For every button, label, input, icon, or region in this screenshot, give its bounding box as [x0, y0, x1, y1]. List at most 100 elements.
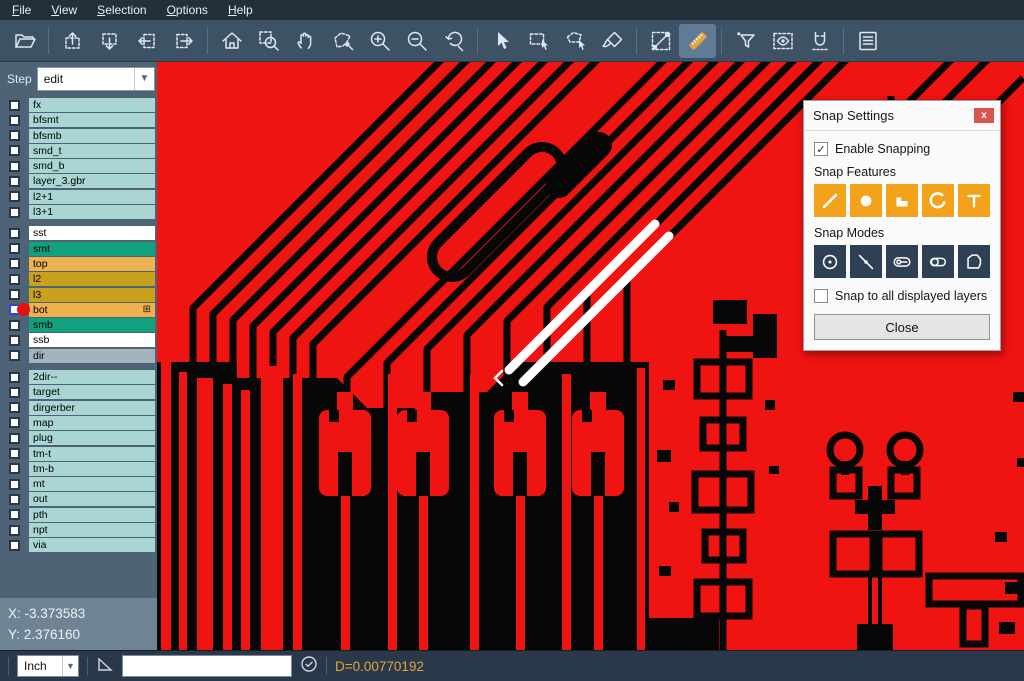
layer-name-band[interactable]: dirgerber [29, 401, 155, 415]
layer-name-band[interactable]: map [29, 416, 155, 430]
select-rectangle-button[interactable] [520, 24, 557, 58]
pan-up-button[interactable] [54, 24, 91, 58]
layer-visibility-checkbox[interactable] [9, 494, 20, 505]
layer-name-band[interactable]: via [29, 538, 155, 552]
layer-name-band[interactable]: bot⊞ [29, 303, 155, 317]
snap-mode-contour-button[interactable] [958, 245, 990, 278]
layer-name-band[interactable]: l2 [29, 272, 155, 286]
layer-visibility-checkbox[interactable] [9, 463, 20, 474]
snap-mode-midpoint-button[interactable] [850, 245, 882, 278]
layer-name-band[interactable]: smt [29, 242, 155, 256]
layer-visibility-checkbox[interactable] [9, 335, 20, 346]
layer-visibility-checkbox[interactable] [9, 161, 20, 172]
layer-name-band[interactable]: l3 [29, 288, 155, 302]
layer-visibility-checkbox[interactable] [9, 289, 20, 300]
layer-name-band[interactable]: fx [29, 98, 155, 112]
layer-name-band[interactable]: out [29, 492, 155, 506]
filter-button[interactable] [727, 24, 764, 58]
measure-line-button[interactable] [642, 24, 679, 58]
step-select[interactable]: edit ▼ [37, 67, 155, 91]
snap-mode-center-button[interactable] [814, 245, 846, 278]
pan-left-button[interactable] [128, 24, 165, 58]
layer-visibility-checkbox[interactable] [9, 243, 20, 254]
layer-name-band[interactable]: top [29, 257, 155, 271]
pan-right-button[interactable] [165, 24, 202, 58]
pcb-canvas[interactable]: Snap Settings x ✓ Enable Snapping Snap F… [157, 62, 1024, 650]
layer-visibility-checkbox[interactable] [9, 100, 20, 111]
notes-button[interactable] [849, 24, 886, 58]
menu-item-view[interactable]: View [41, 1, 87, 19]
layer-visibility-checkbox[interactable] [9, 176, 20, 187]
select-button[interactable] [483, 24, 520, 58]
layer-name-band[interactable]: 2dir-- [29, 370, 155, 384]
enable-snapping-checkbox[interactable]: ✓ [814, 142, 828, 156]
apply-icon[interactable] [300, 655, 318, 678]
layer-visibility-checkbox[interactable] [9, 258, 20, 269]
layer-name-band[interactable]: pth [29, 508, 155, 522]
layer-name-band[interactable]: mt [29, 477, 155, 491]
pan-down-button[interactable] [91, 24, 128, 58]
layer-visibility-checkbox[interactable] [9, 417, 20, 428]
layer-visibility-checkbox[interactable] [9, 433, 20, 444]
layer-name-band[interactable]: layer_3.gbr [29, 174, 155, 188]
layer-visibility-checkbox[interactable] [9, 191, 20, 202]
layer-visibility-checkbox[interactable] [9, 350, 20, 361]
snap-feature-text-button[interactable] [958, 184, 990, 217]
open-button[interactable] [6, 24, 43, 58]
zoom-window-button[interactable] [250, 24, 287, 58]
layer-name-band[interactable]: l3+1 [29, 205, 155, 219]
layer-name-band[interactable]: smd_b [29, 159, 155, 173]
snap-feature-surface-button[interactable] [886, 184, 918, 217]
snap-mode-outline-button[interactable] [922, 245, 954, 278]
layer-visibility-checkbox[interactable] [9, 115, 20, 126]
layer-name-band[interactable]: bfsmt [29, 113, 155, 127]
menu-item-file[interactable]: File [2, 1, 41, 19]
layer-visibility-checkbox[interactable] [9, 448, 20, 459]
layer-name-band[interactable]: tm-b [29, 462, 155, 476]
layer-visibility-checkbox[interactable] [9, 402, 20, 413]
layer-name-band[interactable]: l2+1 [29, 190, 155, 204]
snap-mode-slot-button[interactable] [886, 245, 918, 278]
snap-feature-line-button[interactable] [814, 184, 846, 217]
menu-item-help[interactable]: Help [218, 1, 263, 19]
close-button[interactable]: Close [814, 314, 990, 340]
command-input[interactable] [122, 655, 292, 677]
layer-name-band[interactable]: target [29, 385, 155, 399]
layer-visibility-checkbox[interactable] [9, 525, 20, 536]
layer-visibility-checkbox[interactable] [9, 130, 20, 141]
layer-visibility-checkbox[interactable] [9, 228, 20, 239]
snap-feature-pad-button[interactable] [850, 184, 882, 217]
zoom-polygon-button[interactable] [324, 24, 361, 58]
layer-visibility-checkbox[interactable] [9, 387, 20, 398]
layer-name-band[interactable]: npt [29, 523, 155, 537]
layer-name-band[interactable]: dir [29, 349, 155, 363]
layer-name-band[interactable]: smd_t [29, 144, 155, 158]
layer-name-band[interactable]: smb [29, 318, 155, 332]
layer-visibility-checkbox[interactable] [9, 479, 20, 490]
layer-visibility-checkbox[interactable] [9, 274, 20, 285]
layer-visibility-checkbox[interactable] [9, 145, 20, 156]
layer-name-band[interactable]: ssb [29, 333, 155, 347]
layer-visibility-checkbox[interactable] [9, 372, 20, 383]
pan-hand-button[interactable] [287, 24, 324, 58]
brush-button[interactable] [594, 24, 631, 58]
snap-all-layers-checkbox[interactable] [814, 289, 828, 303]
zoom-previous-button[interactable] [435, 24, 472, 58]
layer-name-band[interactable]: tm-t [29, 447, 155, 461]
layer-visibility-checkbox[interactable] [9, 540, 20, 551]
unit-select[interactable]: Inch ▼ [17, 655, 79, 677]
measure-ruler-button[interactable] [679, 24, 716, 58]
zoom-home-button[interactable] [213, 24, 250, 58]
layer-visibility-checkbox[interactable] [9, 509, 20, 520]
snap-button[interactable] [801, 24, 838, 58]
menu-item-options[interactable]: Options [157, 1, 218, 19]
zoom-out-button[interactable] [398, 24, 435, 58]
select-polygon-button[interactable] [557, 24, 594, 58]
layer-visibility-checkbox[interactable] [9, 320, 20, 331]
close-icon[interactable]: x [974, 108, 994, 123]
snap-feature-arc-button[interactable] [922, 184, 954, 217]
layer-name-band[interactable]: bfsmb [29, 129, 155, 143]
layer-name-band[interactable]: sst [29, 226, 155, 240]
zoom-in-button[interactable] [361, 24, 398, 58]
view-filter-button[interactable] [764, 24, 801, 58]
